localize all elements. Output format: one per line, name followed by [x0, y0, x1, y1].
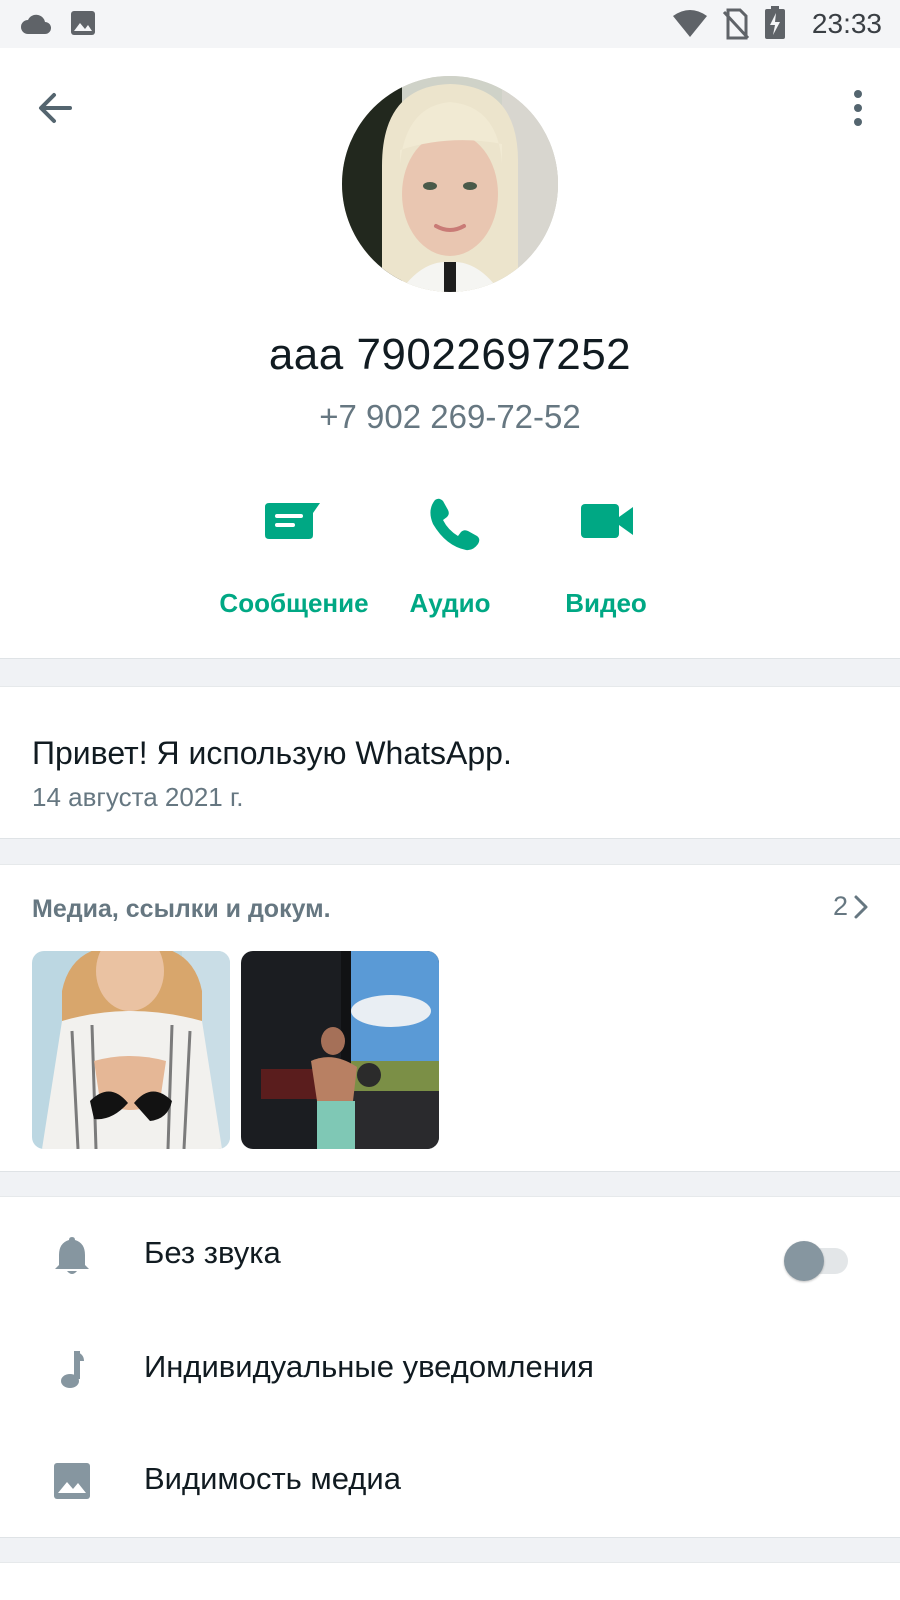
- mute-label: Без звука: [144, 1235, 281, 1270]
- video-call-button[interactable]: Видео: [521, 486, 691, 619]
- status-time: 23:33: [811, 8, 882, 39]
- battery-charging-icon: [765, 6, 785, 39]
- message-button[interactable]: Сообщение: [209, 486, 379, 619]
- wifi-icon: [673, 10, 707, 37]
- custom-notifications-row[interactable]: Индивидуальные уведомления: [0, 1311, 900, 1421]
- media-photo: [32, 951, 230, 1149]
- media-visibility-row[interactable]: Видимость медиа: [0, 1423, 900, 1533]
- media-photo: [241, 951, 439, 1149]
- back-arrow-icon[interactable]: [30, 83, 80, 133]
- contact-info-screen: 23:33 aaa 79022697252 +7 902 269-72-52 С…: [0, 0, 900, 1600]
- media-visibility-label: Видимость медиа: [144, 1461, 401, 1496]
- custom-notifications-label: Индивидуальные уведомления: [144, 1349, 594, 1384]
- audio-label: Аудио: [409, 588, 491, 618]
- chevron-right-icon: [854, 895, 868, 918]
- next-section-panel: [0, 1562, 900, 1600]
- profile-panel: aaa 79022697252 +7 902 269-72-52 Сообщен…: [0, 48, 900, 659]
- about-panel[interactable]: Привет! Я использую WhatsApp. 14 августа…: [0, 686, 900, 839]
- mute-toggle[interactable]: [784, 1237, 848, 1281]
- videocam-icon: [581, 504, 633, 538]
- mute-row[interactable]: Без звука: [0, 1197, 900, 1307]
- about-status-date: 14 августа 2021 г.: [32, 782, 244, 812]
- settings-panel: Без звука Индивидуальные уведомления Вид…: [0, 1196, 900, 1538]
- no-sim-icon: [722, 8, 750, 40]
- contact-phone: +7 902 269-72-52: [319, 398, 581, 435]
- message-label: Сообщение: [219, 588, 369, 618]
- about-status-text: Привет! Я использую WhatsApp.: [32, 735, 512, 771]
- message-icon: [265, 503, 320, 539]
- image-icon: [54, 1463, 90, 1499]
- more-vert-icon[interactable]: [838, 83, 878, 133]
- mute-toggle-knob: [784, 1241, 824, 1281]
- media-count-link[interactable]: 2: [833, 891, 870, 922]
- audio-call-button[interactable]: Аудио: [365, 486, 535, 619]
- bell-icon: [55, 1237, 89, 1274]
- avatar-photo: [342, 76, 558, 292]
- avatar[interactable]: [342, 76, 558, 292]
- music-note-icon: [61, 1351, 84, 1388]
- image-icon: [71, 11, 95, 35]
- media-section-title[interactable]: Медиа, ссылки и докум.: [32, 895, 331, 924]
- media-thumbnail[interactable]: [241, 951, 439, 1149]
- status-bar: 23:33: [0, 0, 900, 48]
- cloud-icon: [21, 14, 51, 34]
- media-panel: Медиа, ссылки и докум. 2: [0, 864, 900, 1172]
- contact-name: aaa 79022697252: [268, 330, 632, 379]
- media-thumbnail[interactable]: [32, 951, 230, 1149]
- phone-icon: [430, 498, 480, 551]
- media-count: 2: [832, 891, 848, 921]
- video-label: Видео: [565, 588, 647, 618]
